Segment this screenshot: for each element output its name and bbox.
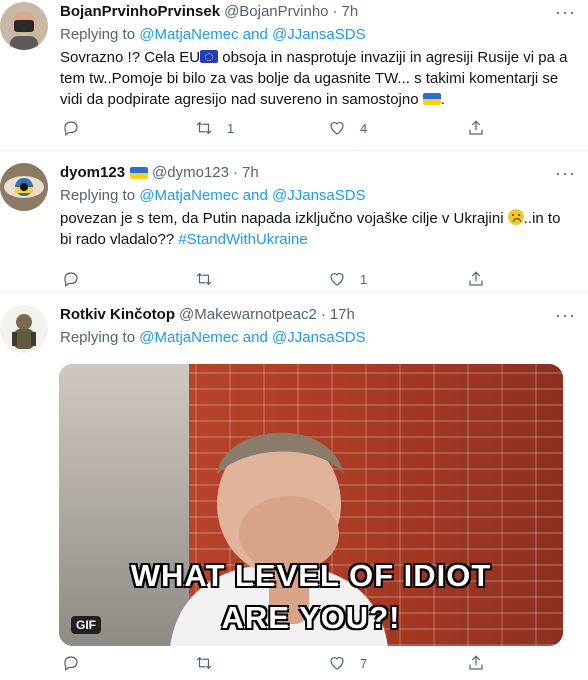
gif-badge: GIF <box>71 616 101 634</box>
replying-users-link[interactable]: @MatjaNemec and @JJansaSDS <box>139 26 365 43</box>
like-button[interactable]: 1 <box>328 270 461 288</box>
ukraine-flag-emoji <box>130 167 149 179</box>
author-name[interactable]: BojanPrvinhoPrvinsek <box>60 2 220 22</box>
share-icon <box>469 271 483 286</box>
avatar[interactable] <box>0 2 48 50</box>
replying-to: Replying to @MatjaNemec and @JJansaSDS <box>60 328 572 348</box>
avatar[interactable] <box>0 305 48 353</box>
replying-to: Replying to @MatjaNemec and @JJansaSDS <box>60 186 572 206</box>
reply-icon <box>64 656 78 671</box>
timestamp[interactable]: 17h <box>330 305 355 325</box>
more-icon[interactable]: ··· <box>555 305 576 326</box>
retweet-button[interactable] <box>195 270 328 288</box>
author-handle[interactable]: @dymo123 <box>152 163 229 183</box>
replying-users-link[interactable]: @MatjaNemec and @JJansaSDS <box>139 329 365 346</box>
retweet-button[interactable] <box>195 654 328 672</box>
tweet-text: povezan je s tem, da Putin napada izklju… <box>60 208 572 250</box>
ukraine-flag-emoji <box>422 93 441 105</box>
replying-prefix: Replying to <box>60 26 136 43</box>
like-count: 1 <box>360 271 368 287</box>
like-icon <box>330 657 344 670</box>
share-icon <box>469 120 483 135</box>
share-button[interactable] <box>467 654 588 672</box>
tweet[interactable]: Rotkiv Kinčotop @Makewarnotpeac2 · 17h ·… <box>0 293 588 680</box>
separator: · <box>232 164 238 181</box>
tweet-text-part: Sovrazno !? Cela EU <box>60 49 201 66</box>
retweet-icon <box>196 656 212 670</box>
tweet[interactable]: BojanPrvinhoPrvinsek @BojanPrvinho · 7h … <box>0 0 588 151</box>
author-name[interactable]: Rotkiv Kinčotop <box>60 305 175 325</box>
timestamp[interactable]: 7h <box>342 2 359 22</box>
tweet-text-part: . <box>440 91 445 108</box>
separator: · <box>320 306 326 323</box>
separator: · <box>332 3 338 20</box>
hashtag-link[interactable]: #StandWithUkraine <box>178 231 307 248</box>
eu-flag-emoji <box>200 50 219 63</box>
like-icon <box>330 122 344 135</box>
replying-prefix: Replying to <box>60 187 136 204</box>
gif-caption-line1: WHAT LEVEL OF IDIOT <box>130 558 492 593</box>
like-count: 7 <box>360 655 368 671</box>
author-name[interactable]: dyom123 <box>60 163 125 183</box>
like-icon <box>330 273 344 286</box>
share-button[interactable] <box>467 119 588 137</box>
replying-users-link[interactable]: @MatjaNemec and @JJansaSDS <box>139 187 365 204</box>
tweet[interactable]: dyom123 @dymo123 · 7h ··· Replying to @M… <box>0 151 588 293</box>
author-handle[interactable]: @Makewarnotpeac2 <box>179 305 317 325</box>
like-button[interactable]: 7 <box>328 654 461 672</box>
upside-down-face-emoji <box>507 209 524 225</box>
like-button[interactable]: 4 <box>328 119 461 137</box>
gif-caption-line2: ARE YOU?! <box>221 600 401 635</box>
retweet-button[interactable]: 1 <box>195 119 328 137</box>
author-handle[interactable]: @BojanPrvinho <box>224 2 328 22</box>
reply-icon <box>64 272 78 287</box>
reply-button[interactable] <box>62 119 195 137</box>
timestamp[interactable]: 7h <box>242 163 259 183</box>
retweet-icon <box>196 121 212 135</box>
replying-to: Replying to @MatjaNemec and @JJansaSDS <box>60 25 572 45</box>
retweet-count: 1 <box>227 120 235 136</box>
share-icon <box>469 655 483 670</box>
reply-button[interactable] <box>62 654 195 672</box>
share-button[interactable] <box>467 270 588 288</box>
more-icon[interactable]: ··· <box>555 163 576 184</box>
avatar[interactable] <box>0 163 48 211</box>
tweet-text: Sovrazno !? Cela EU obsoja in nasprotuje… <box>60 47 572 110</box>
reply-icon <box>64 121 78 136</box>
gif-media[interactable]: WHAT LEVEL OF IDIOT ARE YOU?! GIF <box>59 364 563 646</box>
more-icon[interactable]: ··· <box>555 2 576 23</box>
retweet-icon <box>196 272 212 286</box>
tweet-text-part: povezan je s tem, da Putin napada izklju… <box>60 210 508 227</box>
replying-prefix: Replying to <box>60 329 136 346</box>
reply-button[interactable] <box>62 270 195 288</box>
like-count: 4 <box>360 120 368 136</box>
